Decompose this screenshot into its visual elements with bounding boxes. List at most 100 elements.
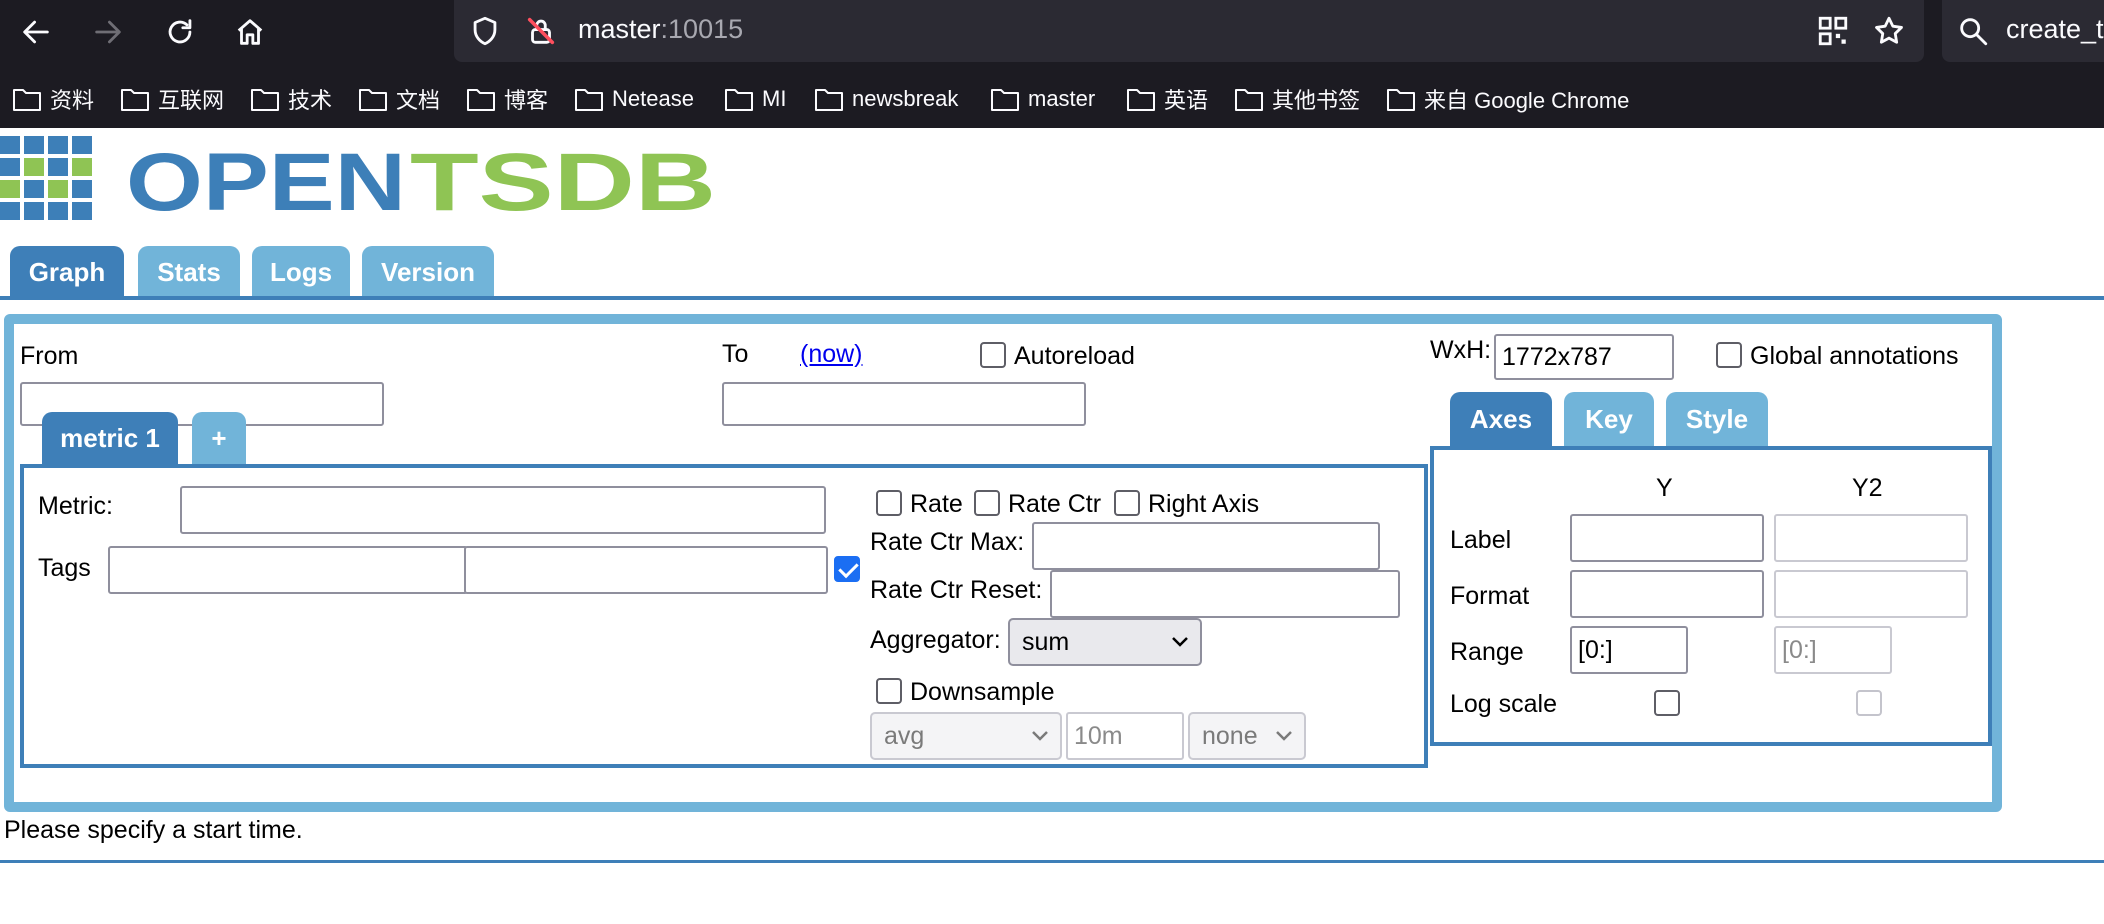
y2-format-input[interactable]	[1774, 570, 1968, 618]
rate-ctr-reset-label: Rate Ctr Reset:	[870, 576, 1043, 604]
logo-word-tsdb: TSDB	[410, 137, 716, 228]
autoreload-checkbox[interactable]	[980, 342, 1006, 368]
bookmark-label: master	[1028, 86, 1096, 111]
bookmark-folder[interactable]: 来自 Google Chrome	[1386, 78, 1629, 120]
bottom-divider	[0, 860, 2104, 863]
tabs-divider	[0, 296, 2104, 300]
tab-stats[interactable]: Stats	[138, 246, 240, 298]
y-log-scale-checkbox[interactable]	[1654, 690, 1680, 716]
y2-label-input[interactable]	[1774, 514, 1968, 562]
log-scale-row-label: Log scale	[1450, 690, 1558, 718]
bookmark-folder[interactable]: 英语	[1126, 78, 1208, 120]
home-button[interactable]	[226, 8, 274, 56]
tab-style[interactable]: Style	[1666, 392, 1768, 446]
tag-value-input[interactable]	[464, 546, 828, 594]
tab-label: Version	[381, 256, 475, 287]
tab-version[interactable]: Version	[362, 246, 494, 298]
y2-axis-header: Y2	[1852, 474, 1883, 502]
page-content: OPEN TSDB Graph Stats Logs Version From …	[0, 128, 2104, 924]
insecure-lock-icon[interactable]	[524, 14, 558, 48]
bookmark-folder[interactable]: MI	[724, 78, 786, 120]
tag-key-input[interactable]	[108, 546, 468, 594]
bookmark-folder[interactable]: 文档	[358, 78, 440, 120]
rate-ctr-reset-input[interactable]	[1050, 570, 1400, 618]
tags-label: Tags	[38, 554, 91, 582]
tab-label: metric 1	[60, 422, 160, 453]
y2-range-input[interactable]: [0:]	[1774, 626, 1892, 674]
url-port: :10015	[660, 14, 744, 44]
y2-log-scale-checkbox[interactable]	[1856, 690, 1882, 716]
chevron-down-icon	[1032, 731, 1048, 741]
folder-icon	[13, 89, 41, 111]
arrow-left-icon	[23, 20, 49, 44]
search-icon	[1960, 18, 1988, 46]
bookmark-label: 来自 Google Chrome	[1424, 88, 1630, 113]
tab-metric-1[interactable]: metric 1	[42, 412, 178, 464]
shield-icon[interactable]	[468, 14, 502, 48]
bookmark-folder[interactable]: newsbreak	[814, 78, 958, 120]
add-metric-tab[interactable]: +	[192, 412, 246, 464]
tab-axes[interactable]: Axes	[1450, 392, 1552, 446]
reload-button[interactable]	[156, 8, 204, 56]
tab-label: Key	[1585, 403, 1633, 434]
bookmark-star-icon[interactable]	[1872, 14, 1906, 48]
downsample-interval-input[interactable]: 10m	[1066, 712, 1184, 760]
downsample-function-value: avg	[884, 721, 925, 750]
back-button[interactable]	[12, 8, 60, 56]
global-annotations-checkbox[interactable]	[1716, 342, 1742, 368]
logo-word-open: OPEN	[126, 137, 406, 228]
wxh-input[interactable]: 1772x787	[1494, 334, 1674, 380]
graph-form-panel: From To (now) Autoreload WxH: 1772x787 G…	[4, 314, 2002, 812]
to-label: To	[722, 340, 749, 368]
home-icon	[237, 19, 263, 45]
folder-icon	[1235, 89, 1263, 111]
folder-icon	[121, 89, 149, 111]
y-label-input[interactable]	[1570, 514, 1764, 562]
bookmark-folder[interactable]: 资料	[12, 78, 94, 120]
format-row-label: Format	[1450, 582, 1530, 610]
to-input[interactable]	[722, 382, 1086, 426]
downsample-function-select[interactable]: avg	[870, 712, 1062, 760]
aggregator-label: Aggregator:	[870, 626, 1001, 654]
y-axis-header: Y	[1656, 474, 1673, 502]
aggregator-select[interactable]: sum	[1008, 618, 1202, 666]
qr-code-icon[interactable]	[1816, 14, 1850, 48]
y-range-input[interactable]: [0:]	[1570, 626, 1688, 674]
tag-group-checkbox[interactable]	[834, 556, 860, 582]
downsample-checkbox[interactable]	[876, 678, 902, 704]
axes-box: Y Y2 Label Format Range [0:] [0:] Log sc…	[1430, 446, 1992, 746]
bookmark-label: newsbreak	[852, 86, 959, 111]
right-axis-checkbox[interactable]	[1114, 490, 1140, 516]
logo-grid-mark	[0, 136, 92, 220]
now-link[interactable]: (now)	[800, 340, 863, 369]
bookmark-folder[interactable]: 技术	[250, 78, 332, 120]
rate-ctr-max-input[interactable]	[1032, 522, 1380, 570]
tab-graph[interactable]: Graph	[10, 246, 124, 298]
y-format-input[interactable]	[1570, 570, 1764, 618]
rate-ctr-checkbox[interactable]	[974, 490, 1000, 516]
forward-button[interactable]	[84, 8, 132, 56]
rate-checkbox[interactable]	[876, 490, 902, 516]
bookmark-folder[interactable]: Netease	[574, 78, 694, 120]
address-bar[interactable]: master:10015	[454, 0, 1924, 62]
rate-label: Rate	[910, 490, 963, 518]
metric-input[interactable]	[180, 486, 826, 534]
bookmark-folder[interactable]: master	[990, 78, 1095, 120]
bookmark-folder[interactable]: 其他书签	[1234, 78, 1360, 120]
tab-label: Graph	[28, 256, 106, 287]
downsample-label: Downsample	[910, 678, 1055, 706]
autoreload-label: Autoreload	[1014, 342, 1135, 370]
bookmark-folder[interactable]: 博客	[466, 78, 548, 120]
folder-icon	[815, 89, 843, 111]
tab-logs[interactable]: Logs	[252, 246, 350, 298]
metric-label: Metric:	[38, 492, 113, 520]
tab-key[interactable]: Key	[1564, 392, 1654, 446]
bookmark-folder[interactable]: 互联网	[120, 78, 224, 120]
url-text[interactable]: master:10015	[578, 14, 743, 45]
search-box[interactable]: create_t	[1942, 0, 2104, 62]
bookmark-label: 互联网	[158, 88, 225, 113]
bookmark-label: 英语	[1164, 88, 1209, 113]
folder-icon	[359, 89, 387, 111]
downsample-fill-select[interactable]: none	[1188, 712, 1306, 760]
right-axis-label: Right Axis	[1148, 490, 1260, 518]
